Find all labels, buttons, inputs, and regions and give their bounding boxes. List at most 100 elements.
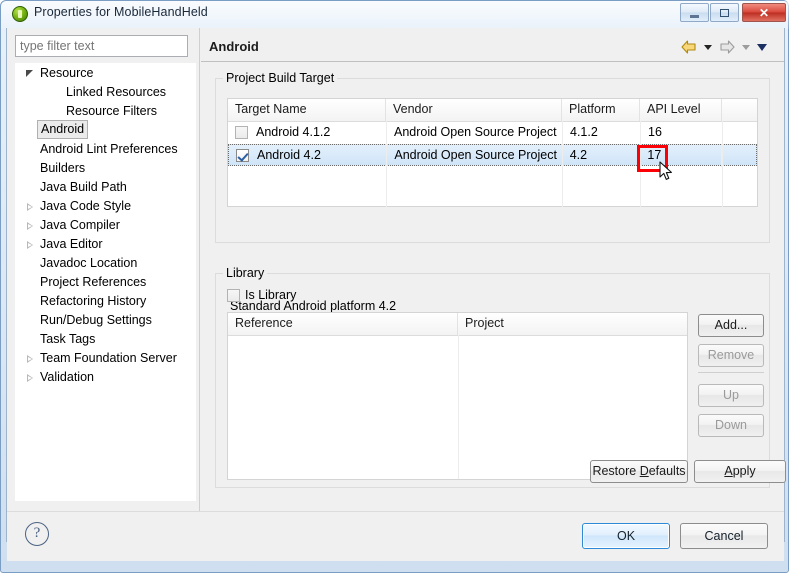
page-nav-controls[interactable] (680, 39, 768, 55)
minimize-button[interactable] (680, 3, 709, 22)
sidebar-item-javadoc-location[interactable]: Javadoc Location (16, 254, 195, 273)
sidebar-item-project-references[interactable]: Project References (16, 273, 195, 292)
restore-defaults-post: efaults (648, 464, 686, 478)
column-header-target-name[interactable]: Target Name (228, 99, 386, 121)
platform-cell: 4.2 (561, 145, 640, 167)
column-header-platform[interactable]: Platform (562, 99, 640, 121)
view-menu-chevron-down-icon[interactable] (756, 39, 768, 55)
ok-button[interactable]: OK (582, 523, 670, 549)
column-header-project[interactable]: Project (458, 313, 687, 335)
sidebar-item-android-lint-preferences[interactable]: Android Lint Preferences (16, 140, 195, 159)
forward-arrow-icon[interactable] (718, 39, 736, 55)
tree-collapsed-arrow-icon[interactable] (27, 355, 33, 363)
sidebar-item-label: Validation (40, 370, 94, 384)
tree-collapsed-arrow-icon[interactable] (27, 241, 33, 249)
target-name-label: Android 4.1.2 (256, 125, 331, 139)
target-name-cell[interactable]: Android 4.1.2 (228, 122, 386, 144)
api-level-cell: 17 (639, 145, 721, 167)
tree-collapsed-arrow-icon[interactable] (27, 203, 33, 211)
back-menu-chevron-down-icon[interactable] (702, 39, 714, 55)
table-row[interactable]: Android 4.2 Android Open Source Project … (228, 144, 757, 167)
sidebar-item-refactoring-history[interactable]: Refactoring History (16, 292, 195, 311)
page-title: Android (209, 39, 259, 54)
sidebar-item-run-debug-settings[interactable]: Run/Debug Settings (16, 311, 195, 330)
group-legend-library: Library (223, 266, 268, 280)
sidebar-item-linked-resources[interactable]: Linked Resources (16, 83, 195, 102)
sidebar-item-java-code-style[interactable]: Java Code Style (16, 197, 195, 216)
column-header-vendor[interactable]: Vendor (386, 99, 562, 121)
sidebar-item-label: Java Build Path (40, 180, 127, 194)
help-icon[interactable]: ? (25, 522, 49, 546)
is-library-row[interactable]: Is Library (227, 288, 296, 302)
library-table-header: Reference Project (228, 313, 687, 336)
sidebar-item-java-build-path[interactable]: Java Build Path (16, 178, 195, 197)
dialog-footer: ? OK Cancel (7, 511, 784, 561)
sidebar-item-label: Project References (40, 275, 147, 289)
column-header-api-level[interactable]: API Level (640, 99, 722, 121)
sidebar-item-label: Javadoc Location (40, 256, 138, 270)
platform-cell: 4.1.2 (562, 122, 640, 144)
sidebar-item-label: Java Code Style (40, 199, 132, 213)
sidebar-item-label: Resource (40, 66, 94, 80)
sidebar-item-label: Linked Resources (66, 85, 167, 99)
tree-expanded-arrow-icon[interactable] (26, 70, 33, 77)
filter-input[interactable] (15, 35, 188, 57)
project-build-target-group: Project Build Target Target Name Vendor … (215, 71, 770, 313)
sidebar-item-resource[interactable]: Resource (16, 64, 195, 83)
sidebar-item-team-foundation-server[interactable]: Team Foundation Server (16, 349, 195, 368)
preference-tree[interactable]: Resource Linked Resources Resource Filters… (15, 63, 196, 501)
maximize-button[interactable] (710, 3, 739, 22)
apply-button[interactable]: Apply (694, 460, 786, 483)
dialog-body: Resource Linked Resources Resource Filters… (6, 28, 786, 561)
sidebar-item-task-tags[interactable]: Task Tags (16, 330, 195, 349)
column-header-reference[interactable]: Reference (228, 313, 458, 335)
is-library-checkbox[interactable] (227, 288, 240, 302)
library-reference-table[interactable]: Reference Project (227, 312, 688, 480)
target-name-cell[interactable]: Android 4.2 (229, 145, 386, 165)
preferences-sidebar: Resource Linked Resources Resource Filters… (7, 28, 197, 511)
sidebar-item-label: Team Foundation Server (40, 351, 177, 365)
sidebar-item-builders[interactable]: Builders (16, 159, 195, 178)
column-header-blank[interactable] (722, 99, 757, 121)
up-button[interactable]: Up (698, 384, 764, 407)
android-preference-page: Android Project Build Target Target Name… (201, 28, 786, 511)
sidebar-item-android[interactable]: Android (16, 120, 195, 140)
sidebar-item-resource-filters[interactable]: Resource Filters (16, 102, 195, 121)
remove-button[interactable]: Remove (698, 344, 764, 367)
cancel-button[interactable]: Cancel (680, 523, 768, 549)
library-table-column-divider (458, 335, 459, 479)
row-checkbox[interactable] (235, 126, 248, 139)
row-checkbox[interactable] (236, 149, 249, 162)
target-name-label: Android 4.2 (257, 148, 321, 162)
sidebar-item-java-compiler[interactable]: Java Compiler (16, 216, 195, 235)
panel-divider (199, 28, 200, 511)
add-button[interactable]: Add... (698, 314, 764, 337)
is-library-label: Is Library (245, 288, 297, 302)
group-legend-build-target: Project Build Target (223, 71, 338, 85)
close-icon: ✕ (758, 5, 770, 20)
minimize-icon (681, 4, 708, 21)
page-title-divider (201, 61, 784, 62)
back-arrow-icon[interactable] (680, 39, 698, 55)
restore-defaults-button[interactable]: Restore Defaults (590, 460, 688, 483)
build-target-table[interactable]: Target Name Vendor Platform API Level An… (227, 98, 758, 207)
extra-cell (722, 122, 757, 144)
title-bar[interactable]: Properties for MobileHandHeld ✕ (1, 1, 789, 28)
eclipse-green-icon (12, 6, 28, 22)
apply-mnemonic: A (724, 464, 733, 478)
sidebar-item-java-editor[interactable]: Java Editor (16, 235, 195, 254)
close-button[interactable]: ✕ (742, 3, 786, 22)
maximize-icon (711, 4, 738, 21)
tree-collapsed-arrow-icon[interactable] (27, 374, 33, 382)
sidebar-item-label: Refactoring History (40, 294, 147, 308)
tree-collapsed-arrow-icon[interactable] (27, 222, 33, 230)
sidebar-item-label: Resource Filters (66, 104, 157, 118)
forward-menu-chevron-down-icon[interactable] (740, 39, 752, 55)
apply-post: pply (732, 464, 756, 478)
sidebar-item-validation[interactable]: Validation (16, 368, 195, 387)
down-button[interactable]: Down (698, 414, 764, 437)
table-row[interactable]: Android 4.1.2 Android Open Source Projec… (228, 122, 757, 144)
extra-cell (721, 145, 756, 167)
restore-defaults-pre: Restore (592, 464, 640, 478)
library-button-separator (698, 372, 764, 373)
